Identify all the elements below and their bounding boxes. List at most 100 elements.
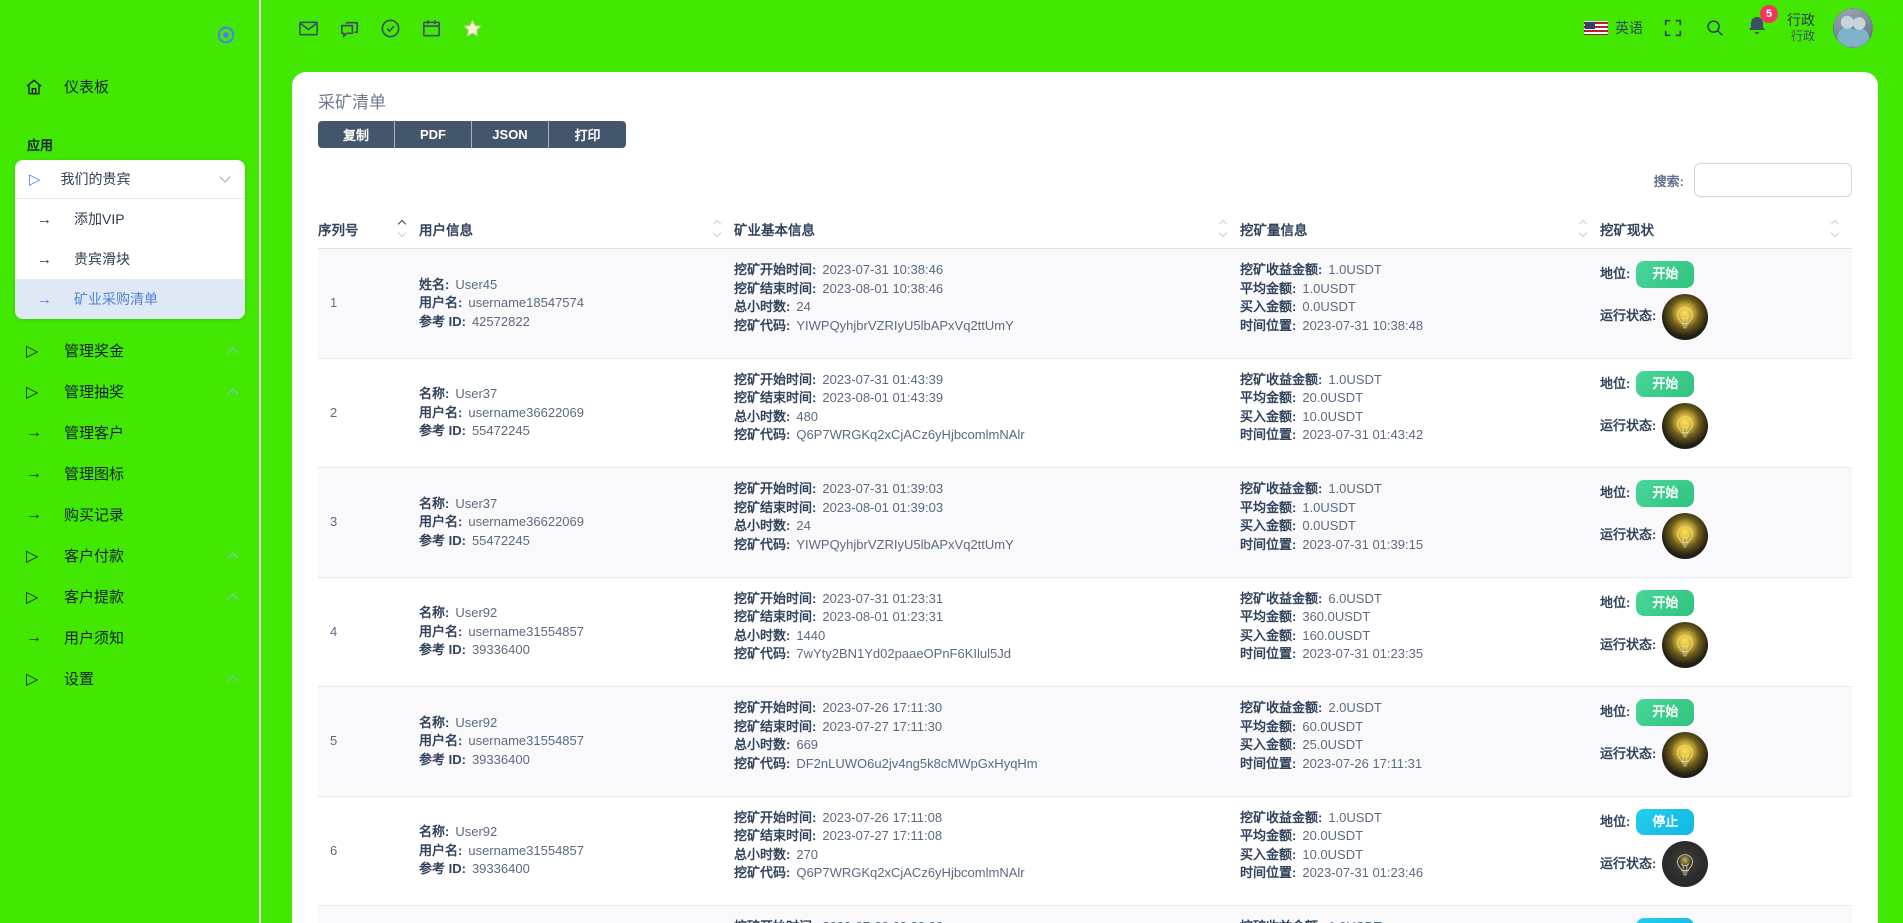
sidebar-item-dashboard[interactable]: 仪表板 bbox=[24, 76, 109, 97]
header-serial[interactable]: 序列号 bbox=[318, 219, 419, 239]
time-position-value: 2023-07-31 01:23:46 bbox=[1302, 865, 1423, 880]
lightbulb-indicator-on bbox=[1662, 294, 1708, 340]
detail-line: 挖矿开始时间:2023-07-31 01:23:31 bbox=[734, 590, 1240, 609]
mining-amount-info-cell: 挖矿收益金额:6.0USDT平均金额:360.0USDT买入金额:160.0US… bbox=[1240, 590, 1600, 675]
sidebar-item-purchase-records[interactable]: → 购买记录 bbox=[0, 494, 259, 535]
serial-cell: 7 bbox=[318, 918, 419, 923]
detail-line: 挖矿收益金额: 1.0USDT bbox=[1240, 261, 1600, 280]
status-badge[interactable]: 停止 bbox=[1636, 809, 1694, 836]
average-label: 平均金额: bbox=[1240, 500, 1296, 515]
header-mining-status[interactable]: 挖矿现状 bbox=[1600, 219, 1852, 239]
income-value: 1.0USDT bbox=[1328, 262, 1381, 277]
copy-button[interactable]: 复制 bbox=[318, 121, 395, 148]
calendar-icon[interactable] bbox=[419, 16, 443, 40]
income-label: 挖矿收益金额: bbox=[1240, 481, 1322, 496]
sidebar-group-our-vip[interactable]: ▷ 我们的贵宾 bbox=[15, 160, 245, 199]
print-button[interactable]: 打印 bbox=[549, 121, 626, 148]
ref-id-label: 参考 ID: bbox=[419, 861, 466, 876]
status-badge[interactable]: 停止 bbox=[1636, 918, 1694, 923]
fullscreen-icon[interactable] bbox=[1661, 16, 1685, 40]
status-badge[interactable]: 开始 bbox=[1636, 699, 1694, 726]
end-time-label: 挖矿结束时间: bbox=[734, 828, 816, 843]
group-label: 我们的贵宾 bbox=[61, 169, 131, 189]
detail-line: 总小时数:480 bbox=[734, 408, 1240, 427]
avatar[interactable] bbox=[1833, 8, 1873, 48]
buy-in-label: 买入金额: bbox=[1240, 847, 1296, 862]
average-value: 1.0USDT bbox=[1302, 500, 1355, 515]
status-badge[interactable]: 开始 bbox=[1636, 371, 1694, 398]
sidebar-toggle-icon[interactable] bbox=[215, 24, 237, 46]
arrow-right-icon: → bbox=[26, 506, 44, 524]
sidebar-group-manage-lottery[interactable]: ▷ 管理抽奖 bbox=[0, 371, 259, 412]
home-icon bbox=[24, 77, 44, 97]
serial-cell: 2 bbox=[318, 371, 419, 456]
mining-basic-info-cell: 挖矿开始时间:2023-07-31 01:23:31挖矿结束时间:2023-08… bbox=[734, 590, 1240, 675]
arrow-right-icon: → bbox=[26, 424, 44, 442]
total-hours-value: 480 bbox=[796, 409, 818, 424]
header-mining-basic-info[interactable]: 矿业基本信息 bbox=[734, 219, 1240, 239]
status-badge[interactable]: 开始 bbox=[1636, 590, 1694, 617]
mining-amount-info-cell: 挖矿收益金额:2.0USDT平均金额:60.0USDT买入金额:25.0USDT… bbox=[1240, 699, 1600, 784]
user-info-cell: 名称:User92用户名:username31554857参考 ID:39336… bbox=[419, 809, 734, 894]
search-input[interactable] bbox=[1694, 163, 1852, 197]
detail-line: 挖矿收益金额:2.0USDT bbox=[1240, 699, 1600, 718]
ref-id-label: 参考 ID: bbox=[419, 752, 466, 767]
sidebar-group-customer-payments[interactable]: ▷ 客户付款 bbox=[0, 535, 259, 576]
running-status-label: 运行状态: bbox=[1600, 526, 1656, 545]
item-label: 管理抽奖 bbox=[64, 381, 124, 402]
mining-basic-info-cell: 挖矿开始时间:2023-07-31 01:43:39挖矿结束时间:2023-08… bbox=[734, 371, 1240, 456]
us-flag-icon bbox=[1584, 21, 1608, 35]
detail-line: 用户名:username36622069 bbox=[419, 513, 734, 532]
chat-icon[interactable] bbox=[337, 16, 361, 40]
sort-icons bbox=[399, 221, 405, 236]
sidebar-item-manage-customers[interactable]: → 管理客户 bbox=[0, 412, 259, 453]
sidebar-group-manage-bonus[interactable]: ▷ 管理奖金 bbox=[0, 330, 259, 371]
star-icon[interactable] bbox=[460, 16, 484, 40]
notifications-button[interactable]: 5 bbox=[1745, 14, 1769, 43]
sidebar-item-manage-icons[interactable]: → 管理图标 bbox=[0, 453, 259, 494]
arrow-right-icon: → bbox=[26, 629, 44, 647]
buy-in-value: 10.0USDT bbox=[1302, 409, 1363, 424]
sidebar-group-settings[interactable]: ▷ 设置 bbox=[0, 658, 259, 699]
start-time-label: 挖矿开始时间: bbox=[734, 372, 816, 387]
average-label: 平均金额: bbox=[1240, 390, 1296, 405]
time-position-label: 时间位置: bbox=[1240, 537, 1296, 552]
time-position-label: 时间位置: bbox=[1240, 646, 1296, 661]
topbar-shortcut-icons bbox=[296, 16, 484, 40]
search-icon[interactable] bbox=[1703, 16, 1727, 40]
header-mining-amount-info[interactable]: 挖矿量信息 bbox=[1240, 219, 1600, 239]
detail-line: 姓名:User45 bbox=[419, 276, 734, 295]
sidebar-item-user-notice[interactable]: → 用户须知 bbox=[0, 617, 259, 658]
item-label: 客户付款 bbox=[64, 545, 124, 566]
average-value: 1.0USDT bbox=[1302, 281, 1355, 296]
ref-id-value: 39336400 bbox=[472, 752, 530, 767]
language-selector[interactable]: 英语 bbox=[1584, 18, 1643, 38]
income-label: 挖矿收益金额: bbox=[1240, 262, 1322, 277]
income-value: 2.0USDT bbox=[1328, 700, 1381, 715]
status-badge[interactable]: 开始 bbox=[1636, 480, 1694, 507]
time-position-label: 时间位置: bbox=[1240, 427, 1296, 442]
user-info: 行政 行政 bbox=[1787, 12, 1815, 45]
time-position-value: 2023-07-26 17:11:31 bbox=[1302, 756, 1422, 771]
pdf-button[interactable]: PDF bbox=[395, 121, 472, 148]
sidebar-item-vip-slider[interactable]: → 贵宾滑块 bbox=[15, 239, 245, 279]
check-circle-icon[interactable] bbox=[378, 16, 402, 40]
ref-id-label: 参考 ID: bbox=[419, 533, 466, 548]
mining-code-label: 挖矿代码: bbox=[734, 537, 790, 552]
sidebar-group-customer-withdrawals[interactable]: ▷ 客户提款 bbox=[0, 576, 259, 617]
buy-in-value: 10.0USDT bbox=[1302, 847, 1363, 862]
status-badge[interactable]: 开始 bbox=[1636, 261, 1694, 288]
average-value: 360.0USDT bbox=[1302, 609, 1370, 624]
buy-in-label: 买入金额: bbox=[1240, 628, 1296, 643]
mail-icon[interactable] bbox=[296, 16, 320, 40]
json-button[interactable]: JSON bbox=[472, 121, 549, 148]
time-position-value: 2023-07-31 01:23:35 bbox=[1302, 646, 1423, 661]
header-user-info[interactable]: 用户信息 bbox=[419, 219, 734, 239]
sidebar-item-mining-purchase-list[interactable]: → 矿业采购清单 bbox=[15, 279, 245, 319]
mining-code-value: 7wYty2BN1Yd02paaeOPnF6KIlul5Jd bbox=[796, 646, 1011, 661]
mining-code-label: 挖矿代码: bbox=[734, 756, 790, 771]
sidebar-item-add-vip[interactable]: → 添加VIP bbox=[15, 199, 245, 239]
table-row: 6名称:User92用户名:username31554857参考 ID:3933… bbox=[318, 797, 1852, 907]
time-position-label: 时间位置: bbox=[1240, 318, 1296, 333]
lightbulb-indicator-off bbox=[1662, 841, 1708, 887]
